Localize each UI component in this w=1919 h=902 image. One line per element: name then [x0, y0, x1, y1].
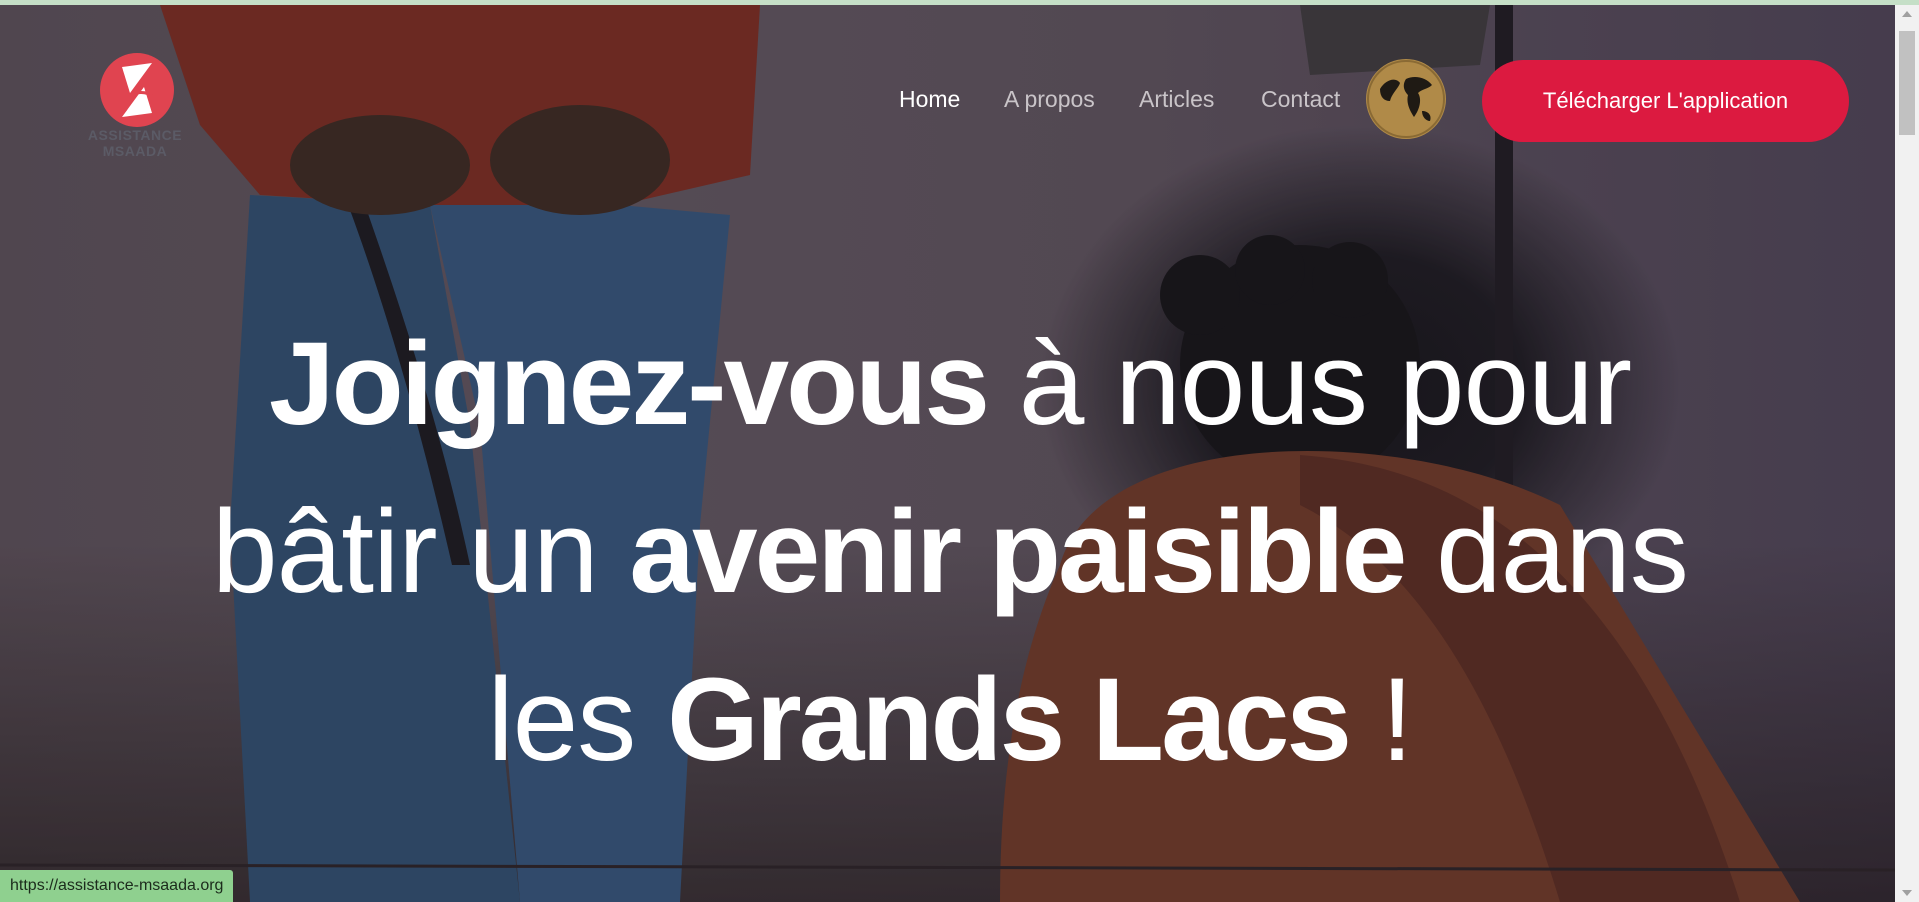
hero-line-2: bâtir un avenir paisible dans [100, 468, 1800, 636]
logo-text: ASSISTANCE MSAADA [87, 127, 183, 159]
vertical-scrollbar[interactable] [1895, 5, 1919, 902]
hero-line-1-bold: Joignez-vous [268, 318, 990, 450]
hero-headline: Joignez-vous à nous pour bâtir un avenir… [100, 300, 1800, 804]
logo-emblem [100, 53, 174, 127]
hero-line-2-light-b: dans [1404, 486, 1689, 618]
nav-item-home[interactable]: Home [899, 86, 960, 113]
download-app-button[interactable]: Télécharger L'application [1482, 60, 1849, 142]
hero-line-3-light-b: ! [1348, 654, 1414, 786]
window-top-border [0, 0, 1919, 5]
nav-item-articles[interactable]: Articles [1139, 86, 1214, 113]
nav-item-a-propos[interactable]: A propos [1004, 86, 1095, 113]
hero-line-3: les Grands Lacs ! [100, 636, 1800, 804]
hero-line-2-light-a: bâtir un [212, 486, 630, 618]
logo-hands-icon [122, 63, 155, 117]
scroll-thumb[interactable] [1899, 31, 1915, 135]
site-logo[interactable]: ASSISTANCE MSAADA [55, 45, 215, 159]
hero-line-3-light-a: les [487, 654, 668, 786]
language-selector[interactable] [1366, 59, 1446, 139]
globe-icon [1367, 60, 1445, 138]
hero-line-2-bold: avenir paisible [629, 486, 1407, 618]
status-bar-url: https://assistance-msaada.org [0, 870, 234, 902]
hero-line-3-bold: Grands Lacs [667, 654, 1352, 786]
hero-line-1-light: à nous pour [986, 318, 1632, 450]
scroll-down-arrow-icon[interactable] [1902, 890, 1912, 896]
nav-item-contact[interactable]: Contact [1261, 86, 1340, 113]
hero-line-1: Joignez-vous à nous pour [100, 300, 1800, 468]
scroll-up-arrow-icon[interactable] [1902, 11, 1912, 17]
